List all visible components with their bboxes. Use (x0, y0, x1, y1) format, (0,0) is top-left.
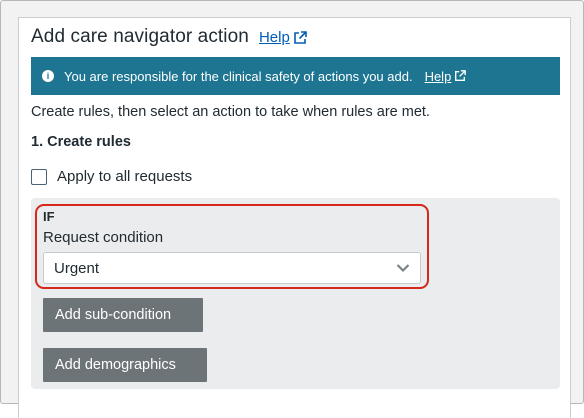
condition-label: Request condition (43, 229, 164, 246)
add-sub-condition-button[interactable]: Add sub-condition (43, 298, 203, 332)
external-link-icon (455, 70, 467, 81)
apply-all-checkbox[interactable] (31, 168, 47, 185)
info-banner: i You are responsible for the clinical s… (31, 57, 560, 95)
banner-help-link[interactable]: Help (425, 69, 467, 84)
external-link-icon (294, 30, 307, 44)
page-frame: Add care navigator action Help i You are… (0, 0, 584, 418)
chevron-down-icon (396, 264, 410, 273)
action-card: Add care navigator action Help i You are… (18, 17, 571, 418)
banner-message: You are responsible for the clinical saf… (64, 68, 413, 84)
section-heading: 1. Create rules (31, 134, 131, 150)
request-condition-select[interactable]: Urgent (43, 252, 421, 284)
add-demographics-button[interactable]: Add demographics (43, 348, 207, 382)
help-link-label: Help (258, 29, 290, 46)
apply-all-label: Apply to all requests (57, 168, 193, 185)
info-icon: i (42, 70, 54, 82)
description-text: Create rules, then select an action to t… (31, 104, 430, 120)
help-link[interactable]: Help (259, 29, 307, 46)
if-label: IF (43, 209, 55, 224)
banner-help-label: Help (424, 68, 452, 84)
page-title: Add care navigator action (31, 26, 249, 47)
title-row: Add care navigator action Help (31, 26, 307, 48)
rules-panel: IF Request condition Urgent Add sub-cond… (31, 198, 560, 389)
apply-all-row[interactable]: Apply to all requests (31, 168, 192, 185)
select-value: Urgent (54, 259, 100, 277)
